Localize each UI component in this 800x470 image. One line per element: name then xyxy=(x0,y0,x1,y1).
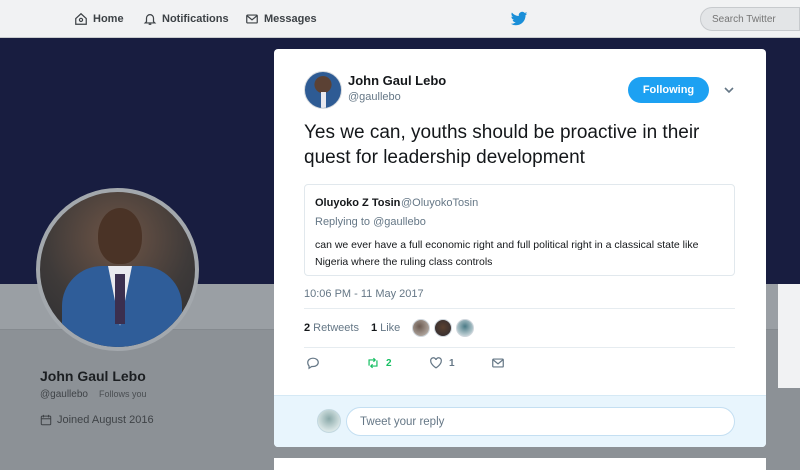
avatar-head xyxy=(98,208,142,264)
retweet-button[interactable]: 2 xyxy=(366,356,392,370)
tweet-actions: 2 1 xyxy=(304,356,735,374)
profile-handle[interactable]: @gaullebo xyxy=(40,389,88,400)
retweet-action-count: 2 xyxy=(386,357,392,369)
tweet-modal: John Gaul Lebo @gaullebo Following Yes w… xyxy=(274,49,766,447)
author-avatar[interactable] xyxy=(304,71,342,109)
quoted-replying-to: Replying to @gaullebo xyxy=(315,216,426,228)
reply-input[interactable] xyxy=(346,407,735,436)
retweets-label[interactable]: Retweets xyxy=(313,322,359,334)
liker-avatar[interactable] xyxy=(412,319,430,337)
direct-message-button[interactable] xyxy=(491,356,505,370)
author-handle[interactable]: @gaullebo xyxy=(348,91,401,103)
chevron-down-icon[interactable] xyxy=(722,83,736,97)
quoted-tweet[interactable]: Oluyoko Z Tosin @OluyokoTosin Replying t… xyxy=(304,184,735,276)
quoted-tweet-text: can we ever have a full economic right a… xyxy=(315,239,699,268)
likes-count[interactable]: 1 xyxy=(371,322,377,334)
divider xyxy=(304,347,735,348)
nav-notifications[interactable]: Notifications xyxy=(143,0,229,38)
reply-icon xyxy=(307,357,319,370)
top-navigation-bar: Home Notifications Messages xyxy=(0,0,800,38)
tweet-text: Yes we can, youths should be proactive i… xyxy=(304,122,700,168)
profile-name[interactable]: John Gaul Lebo xyxy=(40,368,146,384)
current-user-avatar xyxy=(317,409,341,433)
like-action-count: 1 xyxy=(449,357,455,369)
home-icon xyxy=(75,12,87,25)
search-input[interactable] xyxy=(700,7,800,31)
likes-label[interactable]: Like xyxy=(380,322,400,334)
author-name[interactable]: John Gaul Lebo xyxy=(348,73,446,88)
calendar-icon xyxy=(40,414,52,426)
heart-icon xyxy=(430,357,442,369)
nav-home-label: Home xyxy=(93,13,124,25)
liker-avatar[interactable] xyxy=(456,319,474,337)
retweets-count[interactable]: 2 xyxy=(304,322,310,334)
likers-avatars xyxy=(412,319,474,337)
nav-notifications-label: Notifications xyxy=(162,13,229,25)
following-button[interactable]: Following xyxy=(628,77,709,103)
reply-button[interactable] xyxy=(306,356,320,370)
next-card-edge xyxy=(274,458,766,470)
tweet-stats: 2 Retweets 1 Like xyxy=(304,322,400,334)
joined-date: Joined August 2016 xyxy=(40,414,154,426)
sidebar-edge xyxy=(778,284,800,388)
retweet-icon xyxy=(368,357,378,369)
quoted-author-name: Oluyoko Z Tosin xyxy=(315,197,401,209)
liker-avatar[interactable] xyxy=(434,319,452,337)
twitter-bird-icon[interactable] xyxy=(510,10,528,28)
follows-you-badge: Follows you xyxy=(99,389,147,399)
nav-home[interactable]: Home xyxy=(74,0,124,38)
envelope-icon xyxy=(246,14,258,24)
nav-messages[interactable]: Messages xyxy=(245,0,317,38)
joined-date-text: Joined August 2016 xyxy=(57,414,154,426)
avatar-tie xyxy=(115,274,125,324)
reply-composer xyxy=(274,395,766,447)
divider xyxy=(304,308,735,309)
quoted-author-handle: @OluyokoTosin xyxy=(401,197,479,209)
envelope-icon xyxy=(492,358,504,368)
bell-icon xyxy=(143,14,157,25)
profile-avatar[interactable] xyxy=(36,188,199,351)
nav-messages-label: Messages xyxy=(264,13,317,25)
like-button[interactable]: 1 xyxy=(429,356,455,370)
tweet-timestamp[interactable]: 10:06 PM - 11 May 2017 xyxy=(304,288,424,300)
